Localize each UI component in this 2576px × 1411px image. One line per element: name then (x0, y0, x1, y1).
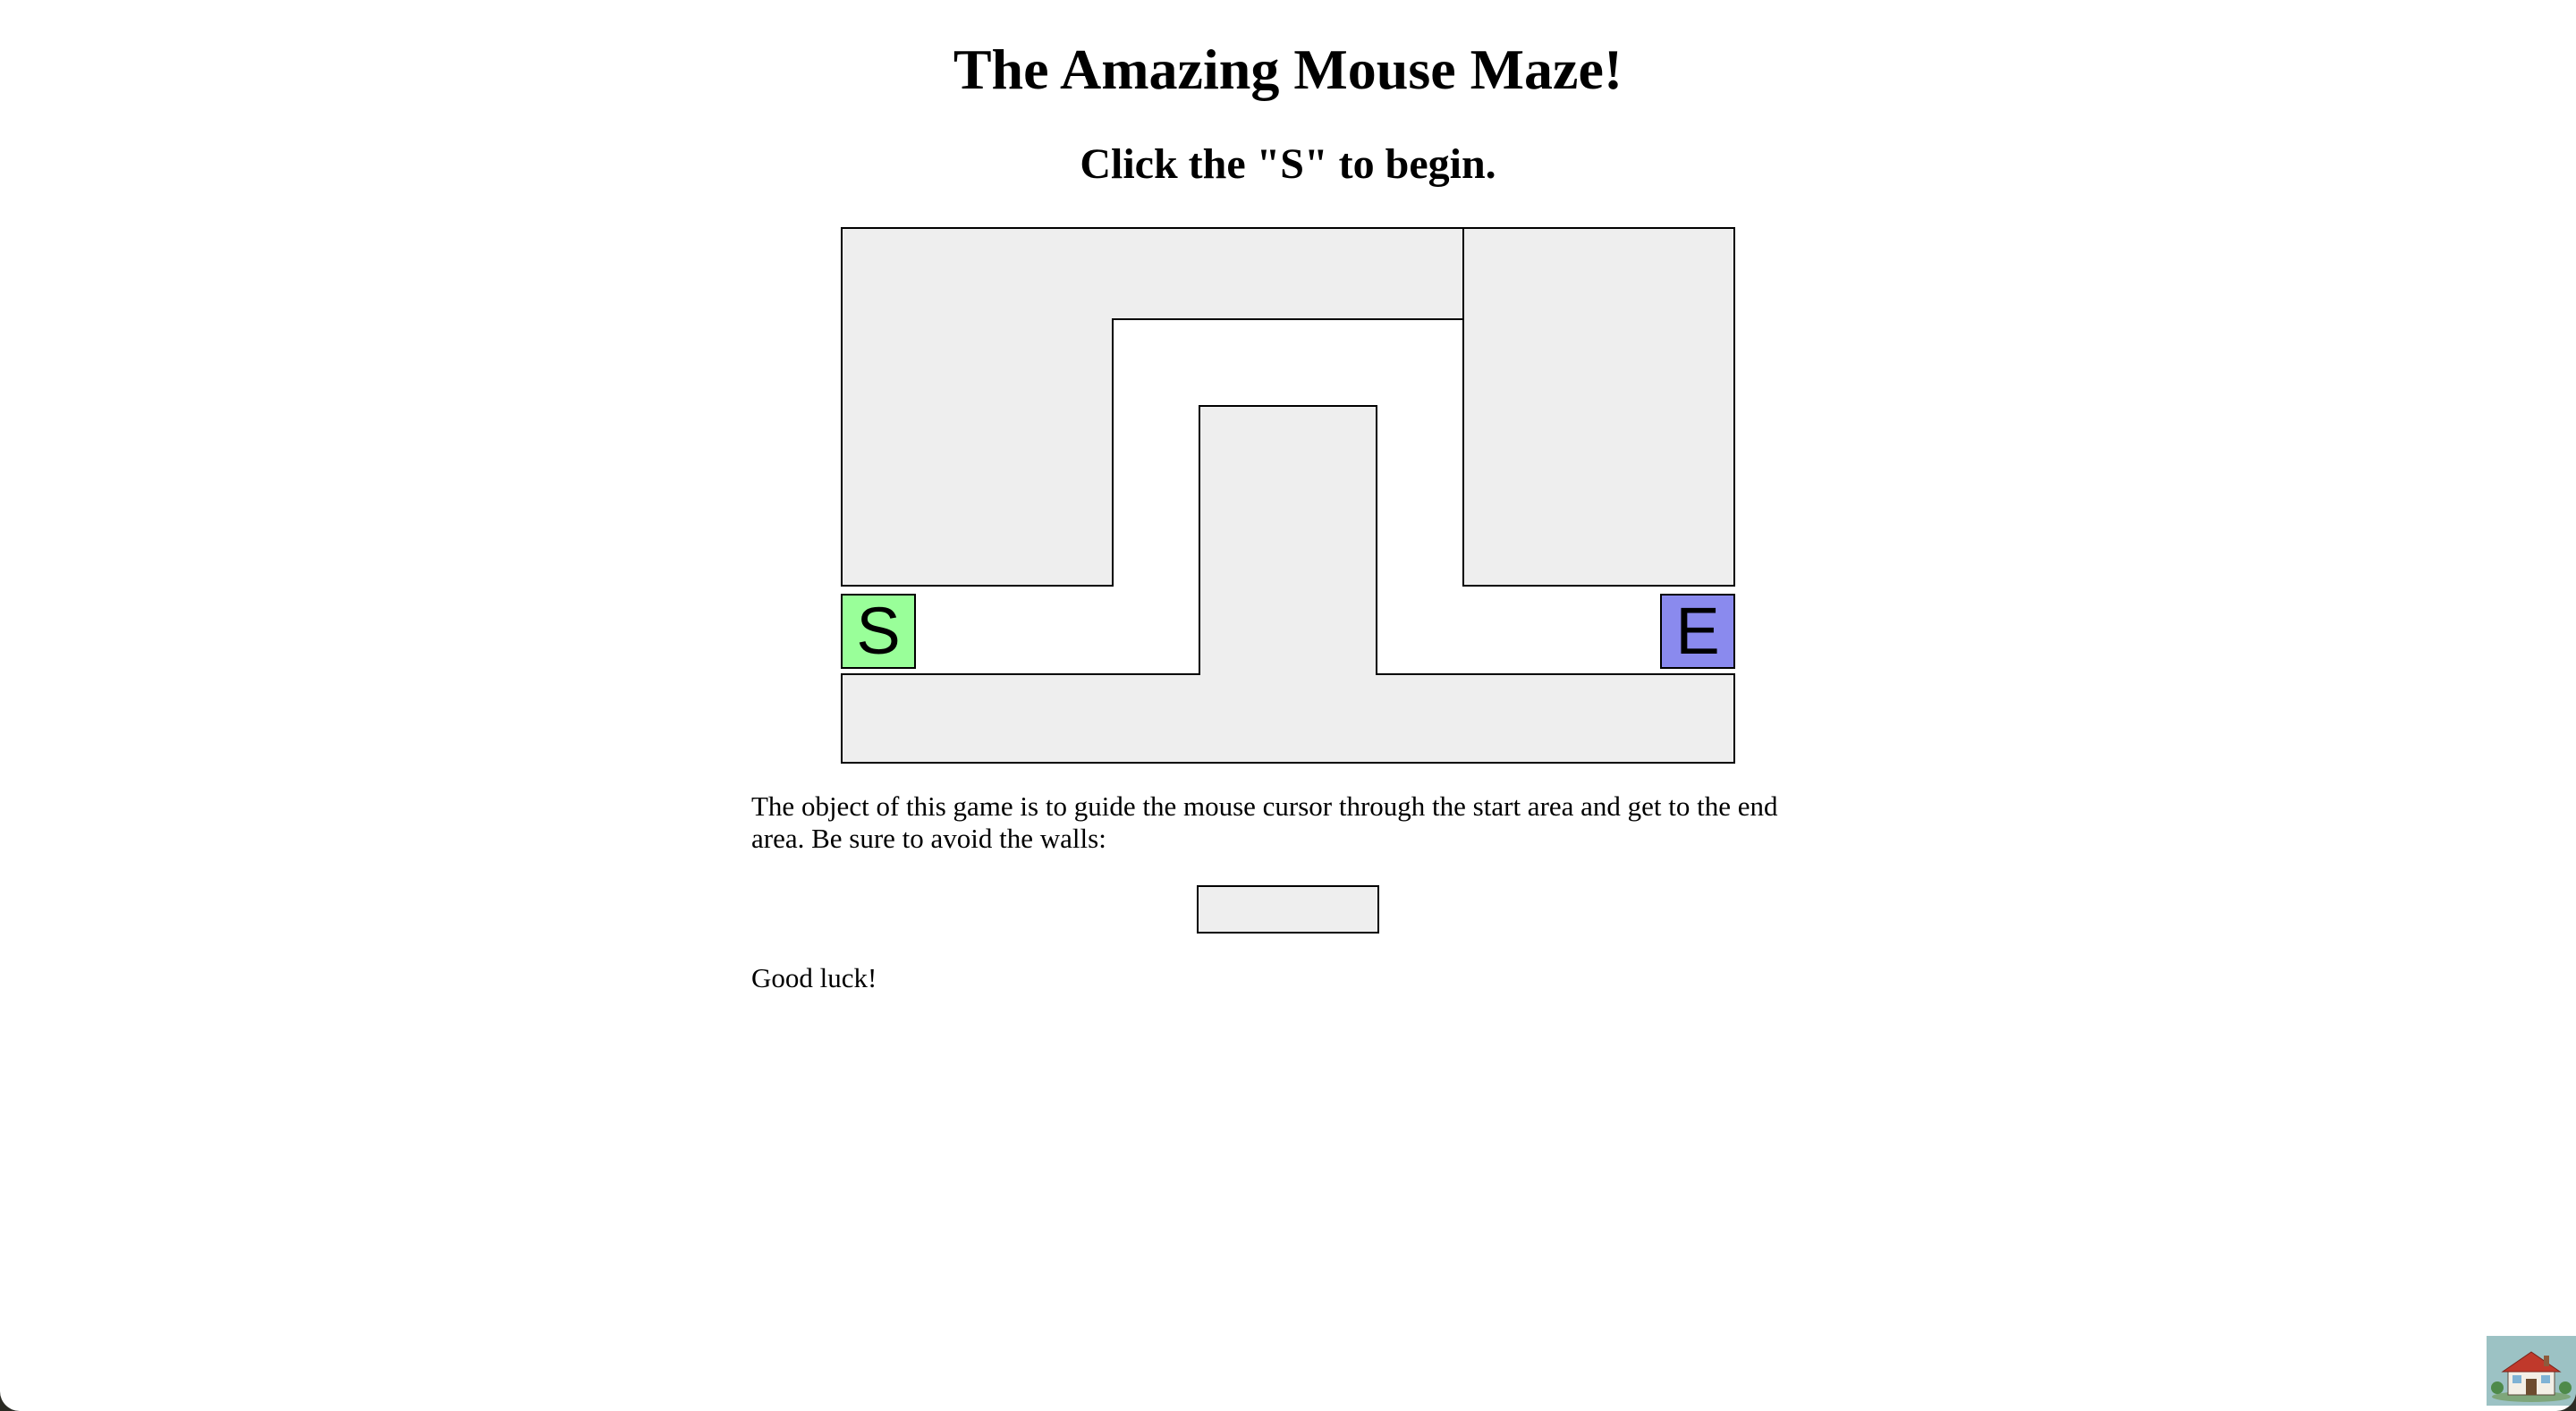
maze-wall[interactable] (1199, 405, 1377, 675)
end-square[interactable]: E (1660, 594, 1735, 669)
page: The Amazing Mouse Maze! Click the "S" to… (0, 0, 2576, 1411)
start-instruction: Click the "S" to begin. (1080, 140, 1496, 188)
maze: S E (841, 227, 1735, 764)
example-wall (1197, 885, 1379, 934)
start-square[interactable]: S (841, 594, 916, 669)
page-title: The Amazing Mouse Maze! (953, 38, 1623, 101)
maze-wall[interactable] (841, 673, 1735, 764)
maze-wall[interactable] (1462, 227, 1735, 587)
game-description: The object of this game is to guide the … (751, 790, 1778, 854)
good-luck-text: Good luck! (751, 962, 877, 993)
house-icon[interactable] (2487, 1336, 2576, 1406)
